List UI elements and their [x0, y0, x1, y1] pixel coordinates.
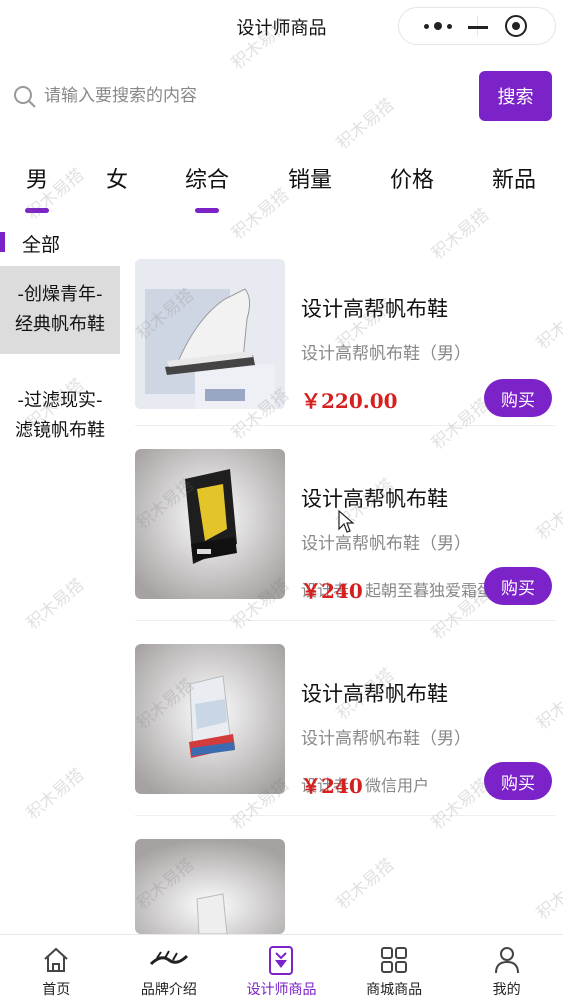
- brand-logo-icon: [149, 950, 188, 966]
- buy-button[interactable]: 购买: [484, 379, 552, 417]
- tab-indicator: [195, 208, 219, 213]
- mouse-cursor-icon: [338, 510, 354, 533]
- nav-profile[interactable]: 我的: [450, 935, 563, 1006]
- sidebar-item-filter-canvas[interactable]: -过滤现实- 滤镜帆布鞋: [0, 372, 120, 460]
- product-image[interactable]: [135, 839, 285, 934]
- target-icon: [505, 15, 528, 37]
- divider: [135, 815, 555, 816]
- tab-female[interactable]: 女: [106, 162, 128, 194]
- designer-bag-icon: [269, 946, 294, 975]
- product-image[interactable]: [135, 259, 285, 409]
- tab-male[interactable]: 男: [25, 162, 49, 213]
- product-price: ￥240: [301, 774, 363, 798]
- product-name: 设计高帮帆布鞋: [301, 297, 448, 321]
- product-subtitle: 设计高帮帆布鞋（男）: [301, 534, 471, 554]
- nav-home[interactable]: 首页: [0, 935, 113, 1006]
- tab-sales[interactable]: 销量: [288, 162, 332, 194]
- product-name: 设计高帮帆布鞋: [301, 487, 448, 511]
- tab-price[interactable]: 价格: [390, 162, 434, 194]
- home-icon: [44, 947, 68, 972]
- filter-tabs: 男 女 综合 销量 价格 新品: [0, 150, 563, 216]
- user-icon: [494, 947, 519, 974]
- product-name: 设计高帮帆布鞋: [301, 682, 448, 706]
- buy-button[interactable]: 购买: [484, 762, 552, 800]
- product-price: ￥240: [301, 579, 363, 603]
- grid-icon: [381, 947, 408, 973]
- nav-designer-products[interactable]: 设计师商品: [225, 935, 338, 1006]
- product-price: ￥220.00: [301, 389, 398, 413]
- tab-new[interactable]: 新品: [492, 162, 536, 194]
- product-image[interactable]: [135, 449, 285, 599]
- nav-mall-products[interactable]: 商城商品: [338, 935, 451, 1006]
- sidebar-item-all[interactable]: 全部: [0, 220, 120, 266]
- sidebar-item-classic-canvas[interactable]: -创燥青年- 经典帆布鞋: [0, 266, 120, 354]
- search-input[interactable]: [44, 82, 464, 110]
- tab-indicator: [25, 208, 49, 213]
- divider: [135, 620, 555, 621]
- minimize-icon[interactable]: [468, 26, 488, 30]
- search-button[interactable]: 搜索: [479, 71, 552, 121]
- buy-button[interactable]: 购买: [484, 567, 552, 605]
- active-marker: [0, 232, 5, 252]
- product-subtitle: 设计高帮帆布鞋（男）: [301, 344, 471, 364]
- close-program-button[interactable]: [478, 14, 555, 38]
- product-subtitle: 设计高帮帆布鞋（男）: [301, 729, 471, 749]
- search-bar: 搜索: [0, 66, 563, 126]
- category-sidebar: 全部 -创燥青年- 经典帆布鞋 -过滤现实- 滤镜帆布鞋: [0, 220, 120, 460]
- tab-comprehensive[interactable]: 综合: [185, 162, 229, 213]
- nav-brand[interactable]: 品牌介绍: [113, 935, 226, 1006]
- product-image[interactable]: [135, 644, 285, 794]
- search-icon: [14, 86, 36, 108]
- divider: [135, 425, 555, 426]
- bottom-nav: 首页 品牌介绍 设计师商品 商城商品 我的: [0, 934, 563, 1006]
- more-menu-button[interactable]: [399, 22, 477, 30]
